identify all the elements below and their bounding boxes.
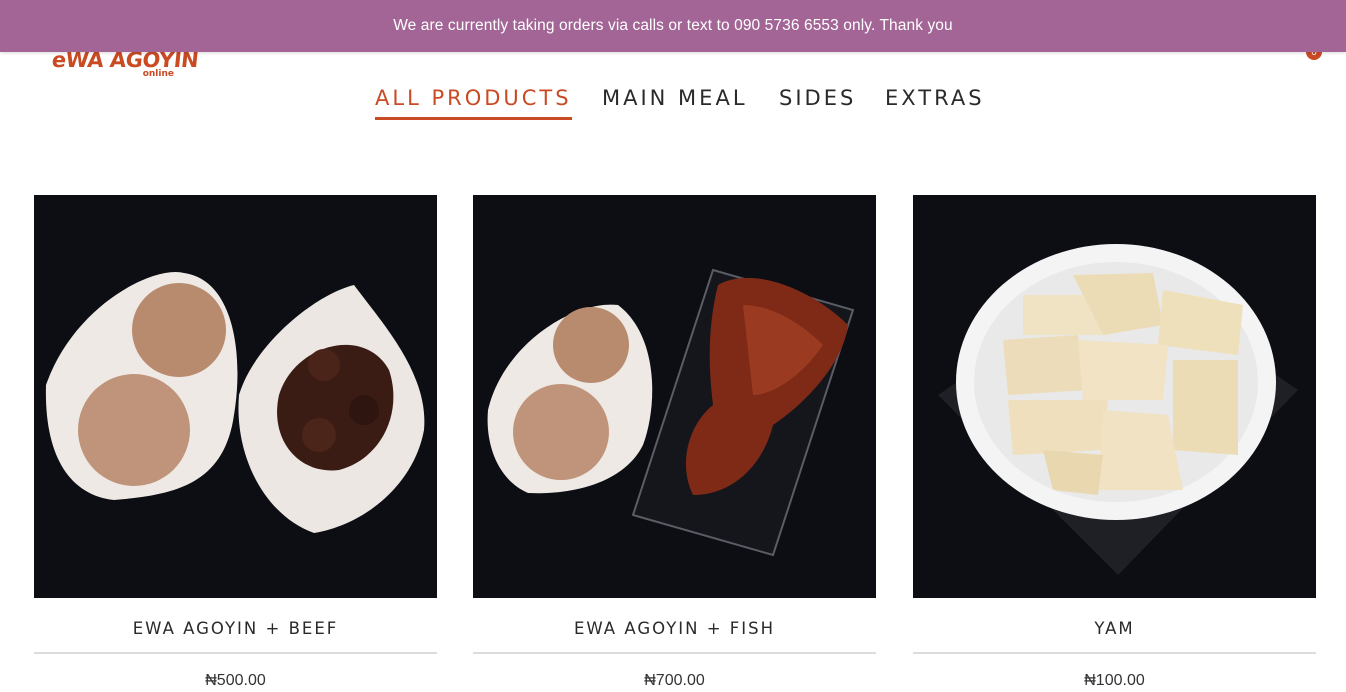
product-name[interactable]: YAM xyxy=(913,619,1316,638)
product-image[interactable] xyxy=(913,195,1316,598)
product-name[interactable]: EWA AGOYIN + BEEF xyxy=(34,619,437,638)
product-divider xyxy=(913,652,1316,654)
filter-sides[interactable]: SIDES xyxy=(779,86,856,120)
site-logo[interactable]: eWA AGOYIN online xyxy=(51,48,200,84)
product-name[interactable]: EWA AGOYIN + FISH xyxy=(473,619,876,638)
notice-text: We are currently taking orders via calls… xyxy=(393,17,953,34)
logo-subtext: online xyxy=(142,69,174,79)
filter-main-meal[interactable]: MAIN MEAL xyxy=(602,86,748,120)
boiled-yam-photo xyxy=(938,244,1298,575)
beans-and-beef-photo xyxy=(45,271,425,533)
filter-all-products[interactable]: ALL PRODUCTS xyxy=(375,86,572,120)
product-divider xyxy=(34,652,437,654)
product-card[interactable]: EWA AGOYIN + FISH ₦700.00 xyxy=(473,195,876,690)
product-divider xyxy=(473,652,876,654)
product-price: ₦100.00 xyxy=(1084,672,1145,689)
product-price: ₦700.00 xyxy=(644,672,705,689)
product-card[interactable]: EWA AGOYIN + BEEF ₦500.00 xyxy=(34,195,437,690)
product-image[interactable] xyxy=(473,195,876,598)
filter-extras[interactable]: EXTRAS xyxy=(885,86,985,120)
category-filters: ALL PRODUCTS MAIN MEAL SIDES EXTRAS xyxy=(0,86,1346,120)
product-card[interactable]: YAM ₦100.00 xyxy=(913,195,1316,690)
product-image[interactable] xyxy=(34,195,437,598)
product-price: ₦500.00 xyxy=(205,672,266,689)
beans-and-fish-photo xyxy=(487,268,855,557)
notice-bar: We are currently taking orders via calls… xyxy=(0,0,1346,52)
